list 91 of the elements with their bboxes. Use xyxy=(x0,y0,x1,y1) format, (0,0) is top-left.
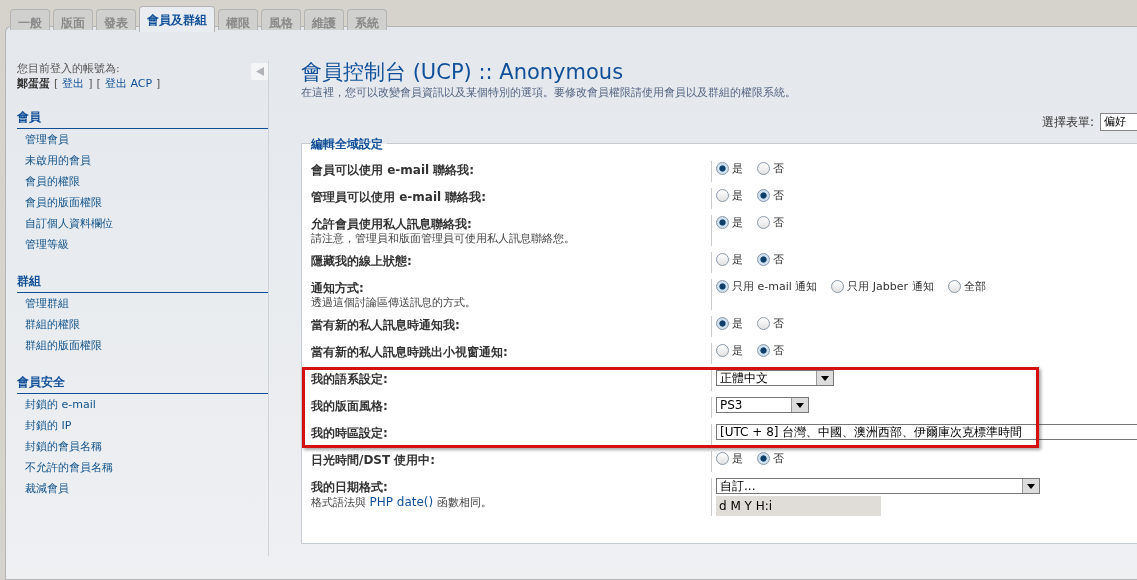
setting-label: 允許會員使用私人訊息聯絡我: xyxy=(311,217,473,232)
sidebar-item[interactable]: 封鎖的 e-mail xyxy=(17,394,268,415)
setting-label: 當有新的私人訊息時通知我: xyxy=(311,318,461,333)
username: 鄭蛋蛋 xyxy=(17,76,50,91)
collapse-button[interactable] xyxy=(251,63,268,80)
doc-link[interactable]: PHP date() xyxy=(369,495,434,509)
sidebar-item[interactable]: 群組的版面權限 xyxy=(17,335,268,356)
radio-button[interactable] xyxy=(831,280,845,293)
setting-label: 隱藏我的線上狀態: xyxy=(311,254,413,269)
setting-label: 我的語系設定: xyxy=(311,372,389,387)
caret-icon xyxy=(821,375,829,381)
radio-button[interactable] xyxy=(716,253,729,266)
radio-button[interactable] xyxy=(716,317,729,330)
logout-link[interactable]: 登出 ACP xyxy=(104,76,153,91)
dropdown[interactable]: PS3 xyxy=(716,397,809,413)
logout-link[interactable]: 登出 xyxy=(62,76,85,91)
sidebar-item[interactable]: 管理群組 xyxy=(17,293,268,314)
setting-label: 我的日期格式: xyxy=(311,480,389,495)
radio-button[interactable] xyxy=(757,317,770,330)
sidebar-item[interactable]: 未啟用的會員 xyxy=(17,150,268,171)
sidebar-item[interactable]: 群組的權限 xyxy=(17,314,268,335)
sidebar-item[interactable]: 管理等級 xyxy=(17,234,268,255)
left-triangle-icon xyxy=(255,67,264,76)
radio-button[interactable] xyxy=(947,280,961,293)
radio-button[interactable] xyxy=(757,162,770,175)
caret-icon xyxy=(1027,483,1035,489)
dropdown[interactable]: 自訂... xyxy=(716,478,1040,494)
radio-button[interactable] xyxy=(757,189,770,202)
bracket: ] xyxy=(156,77,161,90)
radio-button[interactable] xyxy=(716,452,729,465)
setting-explanation: 透過這個討論區傳送訊息的方式。 xyxy=(311,296,477,310)
radio-button[interactable] xyxy=(716,189,729,202)
bracket: [ xyxy=(54,77,59,90)
radio-option[interactable]: 是 xyxy=(716,451,743,466)
setting-explanation: 格式語法與 PHP date() 函數相同。 xyxy=(311,495,493,510)
sidebar-item[interactable]: 自訂個人資料欄位 xyxy=(17,213,268,234)
radio-option[interactable]: 否 xyxy=(757,161,784,176)
sidebar-item[interactable]: 會員的版面權限 xyxy=(17,192,268,213)
radio-button[interactable] xyxy=(716,344,729,357)
radio-option[interactable]: 否 xyxy=(757,343,784,358)
setting-label: 我的時區設定: xyxy=(311,426,389,441)
radio-option[interactable]: 是 xyxy=(716,161,743,176)
setting-label: 當有新的私人訊息時跳出小視窗通知: xyxy=(311,345,509,360)
radio-button[interactable] xyxy=(716,216,729,229)
radio-option[interactable]: 否 xyxy=(757,316,784,331)
radio-option[interactable]: 是 xyxy=(716,343,743,358)
sidebar-item[interactable]: 封鎖的 IP xyxy=(17,415,268,436)
setting-label: 通知方式: xyxy=(311,281,365,296)
panel-legend: 編輯全域設定 xyxy=(311,136,387,153)
radio-button[interactable] xyxy=(757,344,770,357)
form-select-label: 選擇表單: xyxy=(1041,113,1094,131)
tab[interactable]: 會員及群組 xyxy=(139,6,215,32)
radio-option[interactable]: 是 xyxy=(716,252,743,267)
section-title: 會員 xyxy=(17,109,268,129)
setting-label: 管理員可以使用 e-mail 聯絡我: xyxy=(311,190,488,205)
radio-button[interactable] xyxy=(757,216,770,229)
setting-label: 會員可以使用 e-mail 聯絡我: xyxy=(311,163,476,178)
sidebar-item[interactable]: 管理會員 xyxy=(17,129,268,150)
sidebar-item[interactable]: 不允許的會員名稱 xyxy=(17,457,268,478)
radio-option[interactable]: 否 xyxy=(757,188,784,203)
dropdown[interactable]: 正體中文 xyxy=(716,370,834,386)
page-title: 會員控制台 (UCP) :: Anonymous xyxy=(301,59,625,85)
bracket: ] xyxy=(88,77,93,90)
radio-button[interactable] xyxy=(716,280,729,293)
radio-option[interactable]: 是 xyxy=(716,188,743,203)
section-title: 群組 xyxy=(17,273,268,293)
dropdown[interactable]: 偏好 xyxy=(1100,113,1137,131)
radio-option[interactable]: 是 xyxy=(716,215,743,230)
bracket: [ xyxy=(96,77,101,90)
page-description: 在這裡，您可以改變會員資訊以及某個特別的選項。要修改會員權限請使用會員以及群組的權限系統。 xyxy=(301,85,797,100)
sidebar-item[interactable]: 會員的權限 xyxy=(17,171,268,192)
radio-option[interactable]: 否 xyxy=(757,252,784,267)
radio-option[interactable]: 否 xyxy=(757,451,784,466)
setting-label: 日光時間/DST 使用中: xyxy=(311,453,437,468)
sidebar-item[interactable]: 封鎖的會員名稱 xyxy=(17,436,268,457)
radio-option[interactable]: 是 xyxy=(716,316,743,331)
setting-label: 我的版面風格: xyxy=(311,399,389,414)
radio-button[interactable] xyxy=(757,452,770,465)
login-label: 您目前登入的帳號為: xyxy=(17,61,120,76)
dropdown[interactable]: [UTC + 8] 台灣、中國、澳洲西部、伊爾庫次克標準時間 xyxy=(716,424,1137,440)
radio-option[interactable]: 全部 xyxy=(947,279,986,294)
radio-option[interactable]: 只用 e-mail 通知 xyxy=(716,279,818,294)
radio-button[interactable] xyxy=(716,162,729,175)
sidebar-item[interactable]: 裁減會員 xyxy=(17,478,268,499)
section-title: 會員安全 xyxy=(17,374,268,394)
radio-option[interactable]: 否 xyxy=(757,215,784,230)
caret-icon xyxy=(796,402,804,408)
setting-explanation: 請注意，管理員和版面管理員可使用私人訊息聯絡您。 xyxy=(311,232,576,246)
radio-button[interactable] xyxy=(757,253,770,266)
radio-option[interactable]: 只用 Jabber 通知 xyxy=(831,279,934,294)
input-field[interactable]: d M Y H:i xyxy=(716,496,881,516)
